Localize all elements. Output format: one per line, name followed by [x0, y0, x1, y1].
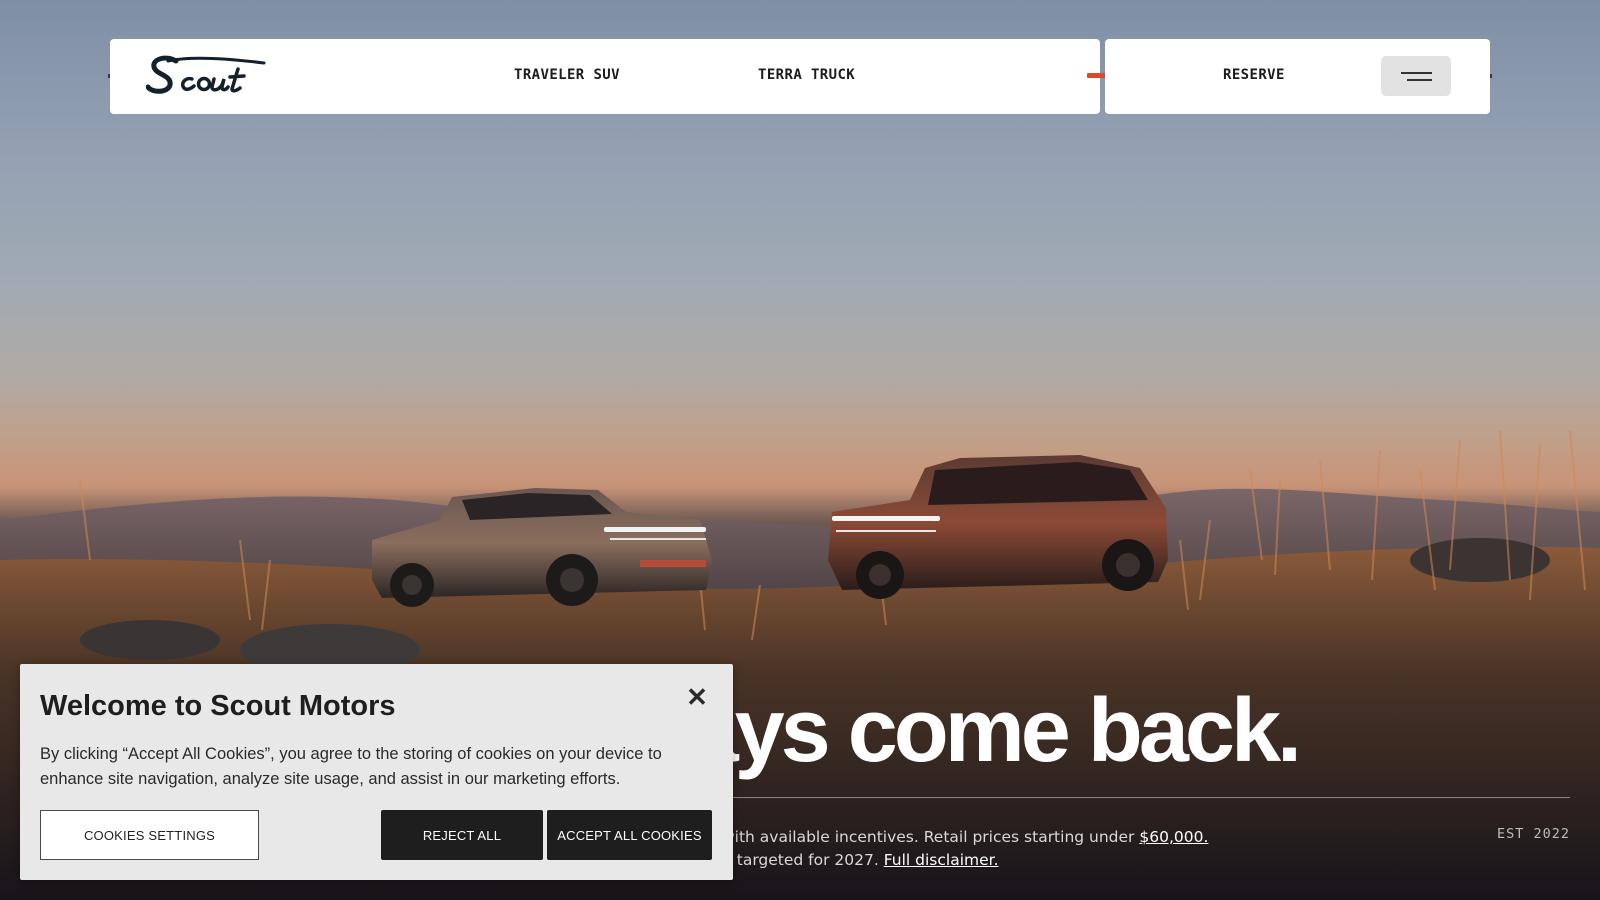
- hamburger-menu-icon-bar: [1407, 79, 1432, 81]
- close-icon[interactable]: ✕: [684, 684, 710, 710]
- price-link[interactable]: $60,000.: [1139, 828, 1208, 846]
- cookie-banner-body: By clicking “Accept All Cookies”, you ag…: [40, 745, 662, 788]
- full-disclaimer-link[interactable]: Full disclaimer.: [884, 851, 999, 869]
- disclaimer-line-1: with available incentives. Retail prices…: [722, 826, 1208, 849]
- cookie-banner-title: Welcome to Scout Motors: [40, 690, 396, 722]
- reject-all-button[interactable]: REJECT ALL: [381, 810, 543, 860]
- hamburger-menu-icon: [1401, 72, 1432, 74]
- scout-logo[interactable]: [145, 53, 270, 99]
- scout-logo-wordmark: [145, 55, 266, 94]
- est-label: EST 2022: [1496, 826, 1570, 842]
- primary-nav: TRAVELER SUV TERRA TRUCK: [110, 39, 1100, 114]
- menu-button[interactable]: [1381, 56, 1451, 96]
- accept-all-cookies-button[interactable]: ACCEPT ALL COOKIES: [547, 810, 712, 860]
- cookie-banner: Welcome to Scout Motors ✕ By clicking “A…: [20, 664, 733, 880]
- rock: [80, 620, 220, 660]
- disclaimer-text: n targeted for 2027.: [722, 851, 884, 869]
- hero-disclaimer: with available incentives. Retail prices…: [722, 826, 1208, 872]
- hero-headline: ays come back.: [688, 681, 1302, 781]
- hero-divider: [700, 797, 1570, 798]
- nav-link-terra-truck[interactable]: TERRA TRUCK: [758, 67, 855, 83]
- nav-link-traveler-suv[interactable]: TRAVELER SUV: [514, 67, 620, 83]
- reserve-link[interactable]: RESERVE: [1223, 67, 1285, 83]
- secondary-nav: RESERVE: [1105, 39, 1490, 114]
- cookies-settings-button[interactable]: COOKIES SETTINGS: [40, 810, 259, 860]
- disclaimer-line-2: n targeted for 2027. Full disclaimer.: [722, 849, 1208, 872]
- disclaimer-text: with available incentives. Retail prices…: [722, 828, 1140, 846]
- traveler-suv-image: [828, 455, 1168, 599]
